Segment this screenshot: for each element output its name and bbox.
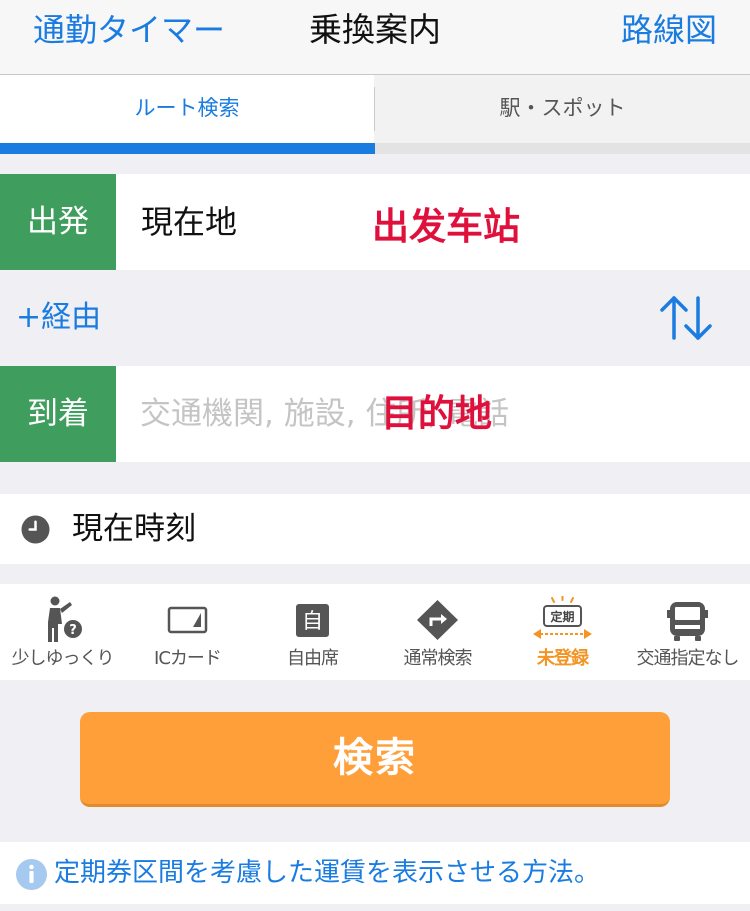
time-value[interactable]: 現在時刻 <box>72 494 196 564</box>
departure-annotation: 出发车站 <box>372 205 520 248</box>
option-label: ICカード <box>154 648 222 669</box>
search-button[interactable]: 検索 <box>80 712 670 807</box>
ic-card-icon <box>167 606 208 634</box>
option-label: 通常検索 <box>403 648 473 669</box>
option-commuter-pass[interactable]: 定期 未登録 <box>500 584 625 680</box>
option-transport-mode[interactable]: 交通指定なし <box>625 584 750 680</box>
commuter-pass-icon: 定期 <box>533 596 592 639</box>
option-label: 交通指定なし <box>636 648 740 669</box>
tab-active-indicator <box>0 143 375 154</box>
add-via-button[interactable]: +経由 <box>16 270 101 366</box>
info-icon <box>16 859 47 890</box>
svg-text:自: 自 <box>302 609 323 633</box>
tab-route-search[interactable]: ルート検索 <box>0 75 374 143</box>
option-search-mode[interactable]: 通常検索 <box>375 584 500 680</box>
walking-person-icon: ? <box>48 596 82 642</box>
seat-icon: 自 <box>296 604 329 637</box>
departure-value[interactable]: 現在地 <box>141 174 237 270</box>
commuter-pass-badge: 定期 <box>550 609 574 624</box>
swap-arrows-icon[interactable] <box>658 290 714 346</box>
tab-station-spot[interactable]: 駅・スポット <box>375 75 750 143</box>
option-seat[interactable]: 自 自由席 <box>250 584 375 680</box>
option-label: 少しゆっくり <box>11 648 115 669</box>
route-map-link[interactable]: 路線図 <box>621 8 717 52</box>
option-label: 自由席 <box>287 648 339 669</box>
time-row[interactable]: 現在時刻 <box>0 494 750 564</box>
arrival-label: 到着 <box>0 366 116 462</box>
option-ic-card[interactable]: ICカード <box>125 584 250 680</box>
top-header: 乗換案内 通勤タイマー 路線図 <box>0 0 750 75</box>
departure-label: 出発 <box>0 174 116 270</box>
commute-timer-link[interactable]: 通勤タイマー <box>33 8 225 52</box>
search-options-bar: ? 少しゆっくり ICカード 自 自由席 通常検索 定期 未登録 交通指定なし <box>0 584 750 680</box>
svg-text:?: ? <box>69 623 77 638</box>
arrival-annotation: 目的地 <box>381 392 492 435</box>
bus-icon <box>667 602 708 641</box>
arrival-row[interactable]: 到着 目的地 <box>0 366 750 462</box>
route-sign-icon <box>417 600 458 640</box>
via-row: +経由 <box>0 270 750 366</box>
search-tabs: ルート検索 駅・スポット <box>0 75 750 154</box>
commuter-pass-info-link[interactable]: 定期券区間を考慮した運賃を表示させる方法。 <box>0 842 750 904</box>
option-label: 未登録 <box>537 648 589 669</box>
departure-row[interactable]: 出発 現在地 出发车站 <box>0 174 750 270</box>
info-text[interactable]: 定期券区間を考慮した運賃を表示させる方法。 <box>54 842 600 904</box>
option-walking-speed[interactable]: ? 少しゆっくり <box>0 584 125 680</box>
clock-icon <box>21 515 50 544</box>
